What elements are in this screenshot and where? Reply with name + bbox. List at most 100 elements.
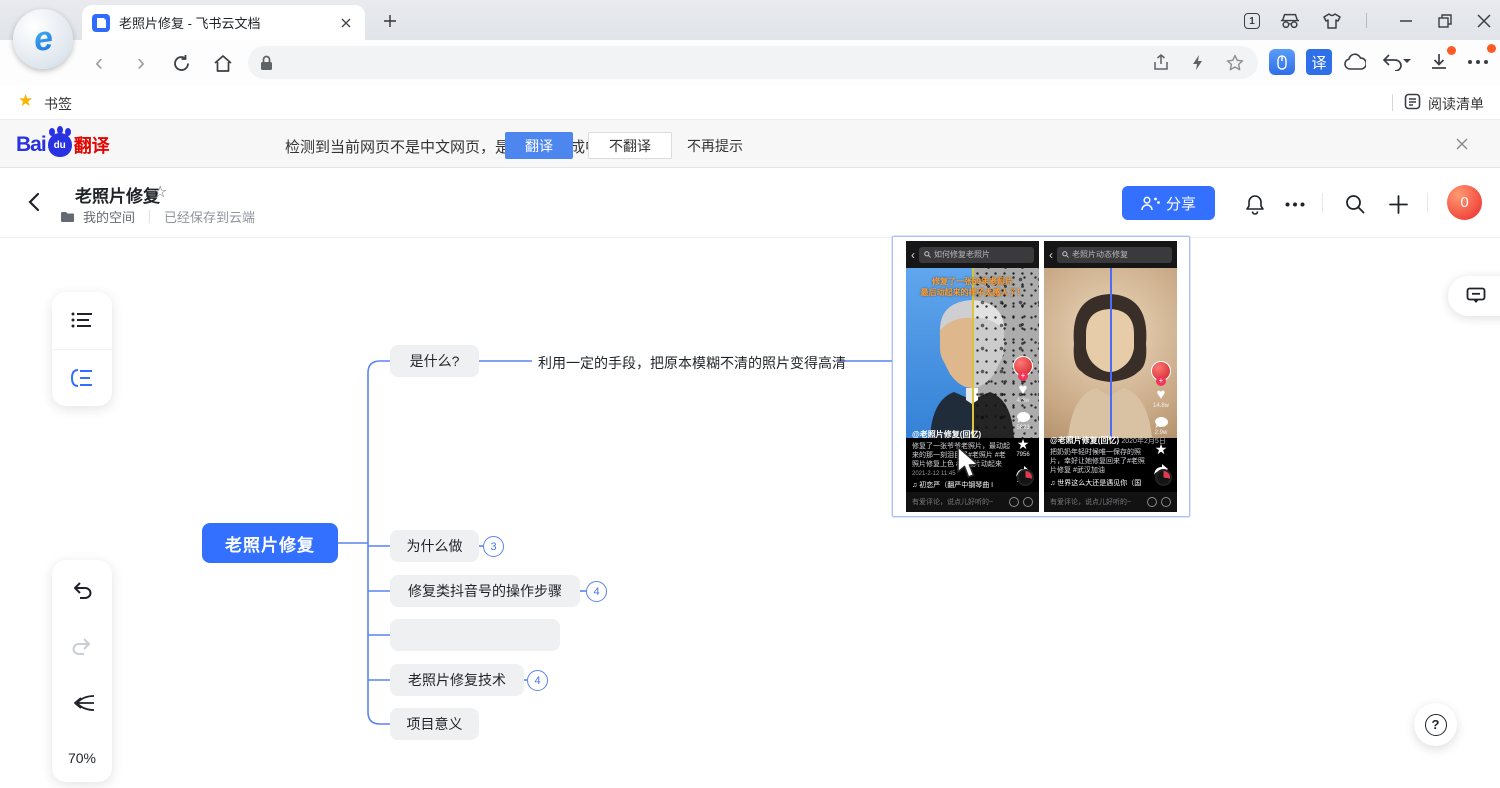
tab-count-icon[interactable]: 1: [1242, 11, 1262, 31]
outline-list-icon: [71, 311, 93, 329]
emoji-icon[interactable]: [1009, 497, 1019, 507]
emoji-icon-2[interactable]: [1147, 497, 1157, 507]
titlebar-divider: [1366, 13, 1367, 28]
comments-panel-toggle[interactable]: [1448, 276, 1500, 316]
douyin-header-1: ‹ 如何修复老照片: [906, 241, 1039, 268]
mindmap-note-what[interactable]: 利用一定的手段，把原本模糊不清的照片变得高清: [538, 353, 846, 373]
bookmark-star-icon[interactable]: [1226, 54, 1244, 71]
share-button[interactable]: 分享: [1122, 186, 1215, 220]
mindmap-view-button[interactable]: [52, 349, 112, 407]
notifications-bell-icon[interactable]: [1242, 191, 1268, 217]
dont-remind-link[interactable]: 不再提示: [687, 136, 743, 156]
follow-plus-icon-2[interactable]: +: [1156, 376, 1166, 386]
home-button[interactable]: [210, 50, 236, 76]
comment-bubble-icon[interactable]: [1016, 411, 1031, 424]
share-page-icon[interactable]: [1153, 54, 1169, 71]
creator-name-1[interactable]: @老照片修复(回忆): [912, 429, 1010, 440]
doc-space-name[interactable]: 我的空间: [83, 207, 135, 226]
collapse-badge-why[interactable]: 3: [483, 536, 504, 557]
favorite-star-icon[interactable]: ★: [1017, 438, 1030, 451]
creator-avatar-icon[interactable]: +: [1013, 356, 1033, 376]
comment-input-bar-2[interactable]: 有爱评论，说点儿好听的~: [1044, 492, 1177, 512]
browser-menu-icon[interactable]: [1464, 48, 1492, 76]
mindmap-canvas[interactable]: [0, 238, 1500, 788]
minimize-button[interactable]: [1396, 11, 1416, 31]
mindmap-node-steps[interactable]: 修复类抖音号的操作步骤: [390, 575, 580, 607]
douyin-back-icon[interactable]: ‹: [911, 248, 915, 262]
follow-plus-icon[interactable]: +: [1018, 371, 1028, 381]
header-divider: [1322, 193, 1323, 213]
forward-button[interactable]: ›: [128, 50, 154, 76]
lightning-icon[interactable]: [1191, 54, 1204, 71]
browser-logo[interactable]: e: [13, 9, 73, 69]
doc-back-button[interactable]: [22, 188, 46, 216]
search-query-2: 老照片动态修复: [1072, 249, 1128, 260]
douyin-screenshot-2[interactable]: ‹ 老照片动态修复 + ♥ 14.8w 2.9w ★ @老照片修复(回忆) 20…: [1044, 241, 1177, 512]
mindmap-root-node[interactable]: 老照片修复: [202, 523, 338, 563]
doc-search-icon[interactable]: [1342, 191, 1368, 217]
help-button[interactable]: ?: [1414, 703, 1457, 746]
download-icon[interactable]: [1425, 48, 1453, 76]
mention-icon[interactable]: [1023, 497, 1033, 507]
douyin-header-2: ‹ 老照片动态修复: [1044, 241, 1177, 268]
comment-bubble-icon-2[interactable]: [1154, 416, 1169, 429]
address-bar[interactable]: [248, 46, 1258, 79]
user-avatar[interactable]: 0: [1447, 185, 1482, 220]
browser-tab[interactable]: 老照片修复 - 飞书云文档: [82, 5, 365, 40]
mindmap-node-why[interactable]: 为什么做: [390, 530, 479, 562]
new-tab-button[interactable]: [378, 9, 402, 33]
douyin-back-icon-2[interactable]: ‹: [1049, 248, 1053, 262]
zoom-level-label[interactable]: 70%: [68, 750, 96, 766]
music-note-icon-2: ♫: [1050, 480, 1055, 487]
fit-to-center-icon[interactable]: [69, 692, 95, 714]
back-button[interactable]: ‹: [86, 50, 112, 76]
mention-icon-2[interactable]: [1161, 497, 1171, 507]
translate-extension-icon[interactable]: 译: [1305, 48, 1333, 76]
like-heart-icon-2[interactable]: ♥: [1157, 388, 1166, 402]
music-disc-icon-2[interactable]: [1155, 469, 1172, 486]
mindmap-node-what[interactable]: 是什么?: [390, 345, 479, 377]
favorite-star-icon-2[interactable]: ★: [1155, 443, 1168, 456]
translate-bar-close-icon[interactable]: [1452, 134, 1472, 154]
extensions-cloud-icon[interactable]: [1341, 48, 1369, 76]
mindmap-node-meaning[interactable]: 项目意义: [390, 708, 479, 740]
mouse-gesture-icon[interactable]: [1268, 48, 1296, 76]
douyin-search-bar-1[interactable]: 如何修复老照片: [919, 247, 1034, 263]
share-people-icon: [1141, 196, 1160, 211]
translate-button[interactable]: 翻译: [505, 132, 573, 159]
undo-icon[interactable]: [71, 580, 93, 600]
collapse-badge-steps[interactable]: 4: [586, 581, 607, 602]
no-translate-button[interactable]: 不翻译: [588, 132, 672, 159]
creator-name-2[interactable]: @老照片修复(回忆) 2020年2月5日: [1050, 435, 1148, 446]
tab-close-icon[interactable]: [337, 14, 355, 32]
bookmark-folder-star-icon: ★: [18, 91, 33, 111]
music-row-1[interactable]: ♫ 初恋严（翻严中钢琴曲 I: [912, 480, 1010, 490]
bookmarks-label[interactable]: 书签: [44, 94, 72, 114]
music-row-2[interactable]: ♫ 世界这么大还是遇见你（国: [1050, 478, 1148, 488]
collapse-badge-tech[interactable]: 4: [527, 670, 548, 691]
reading-list-label[interactable]: 阅读清单: [1428, 94, 1484, 114]
redo-icon[interactable]: [71, 636, 93, 656]
incognito-icon[interactable]: [1280, 11, 1300, 31]
like-heart-icon[interactable]: ♥: [1019, 383, 1028, 397]
outline-view-button[interactable]: [52, 292, 112, 349]
doc-favorite-star-icon[interactable]: ☆: [153, 182, 167, 202]
search-magnifier-icon: [924, 251, 931, 258]
douyin-search-bar-2[interactable]: 老照片动态修复: [1057, 247, 1172, 263]
caption-text-2: 把奶奶年轻时候唯一保存的照片，幸好让她修复回来了#老照片修复 #武汉加油: [1050, 448, 1148, 475]
doc-more-icon[interactable]: [1282, 191, 1308, 217]
comment-input-bar-1[interactable]: 有爱评论，说点儿好听的~: [906, 492, 1039, 512]
restore-window-button[interactable]: [1435, 11, 1455, 31]
music-disc-icon[interactable]: [1017, 469, 1034, 486]
undo-history-icon[interactable]: [1378, 48, 1418, 76]
creator-avatar-icon-2[interactable]: +: [1151, 361, 1171, 381]
mindmap-node-tech[interactable]: 老照片修复技术: [390, 664, 524, 696]
breadcrumb-divider: [149, 210, 150, 223]
baidu-translate-bar: [0, 120, 1500, 168]
refresh-button[interactable]: [168, 50, 194, 76]
mindmap-node-empty[interactable]: [390, 619, 560, 651]
close-window-button[interactable]: [1474, 11, 1494, 31]
doc-create-plus-icon[interactable]: [1385, 191, 1411, 217]
folder-icon: [60, 211, 75, 223]
theme-skin-icon[interactable]: [1322, 11, 1342, 31]
